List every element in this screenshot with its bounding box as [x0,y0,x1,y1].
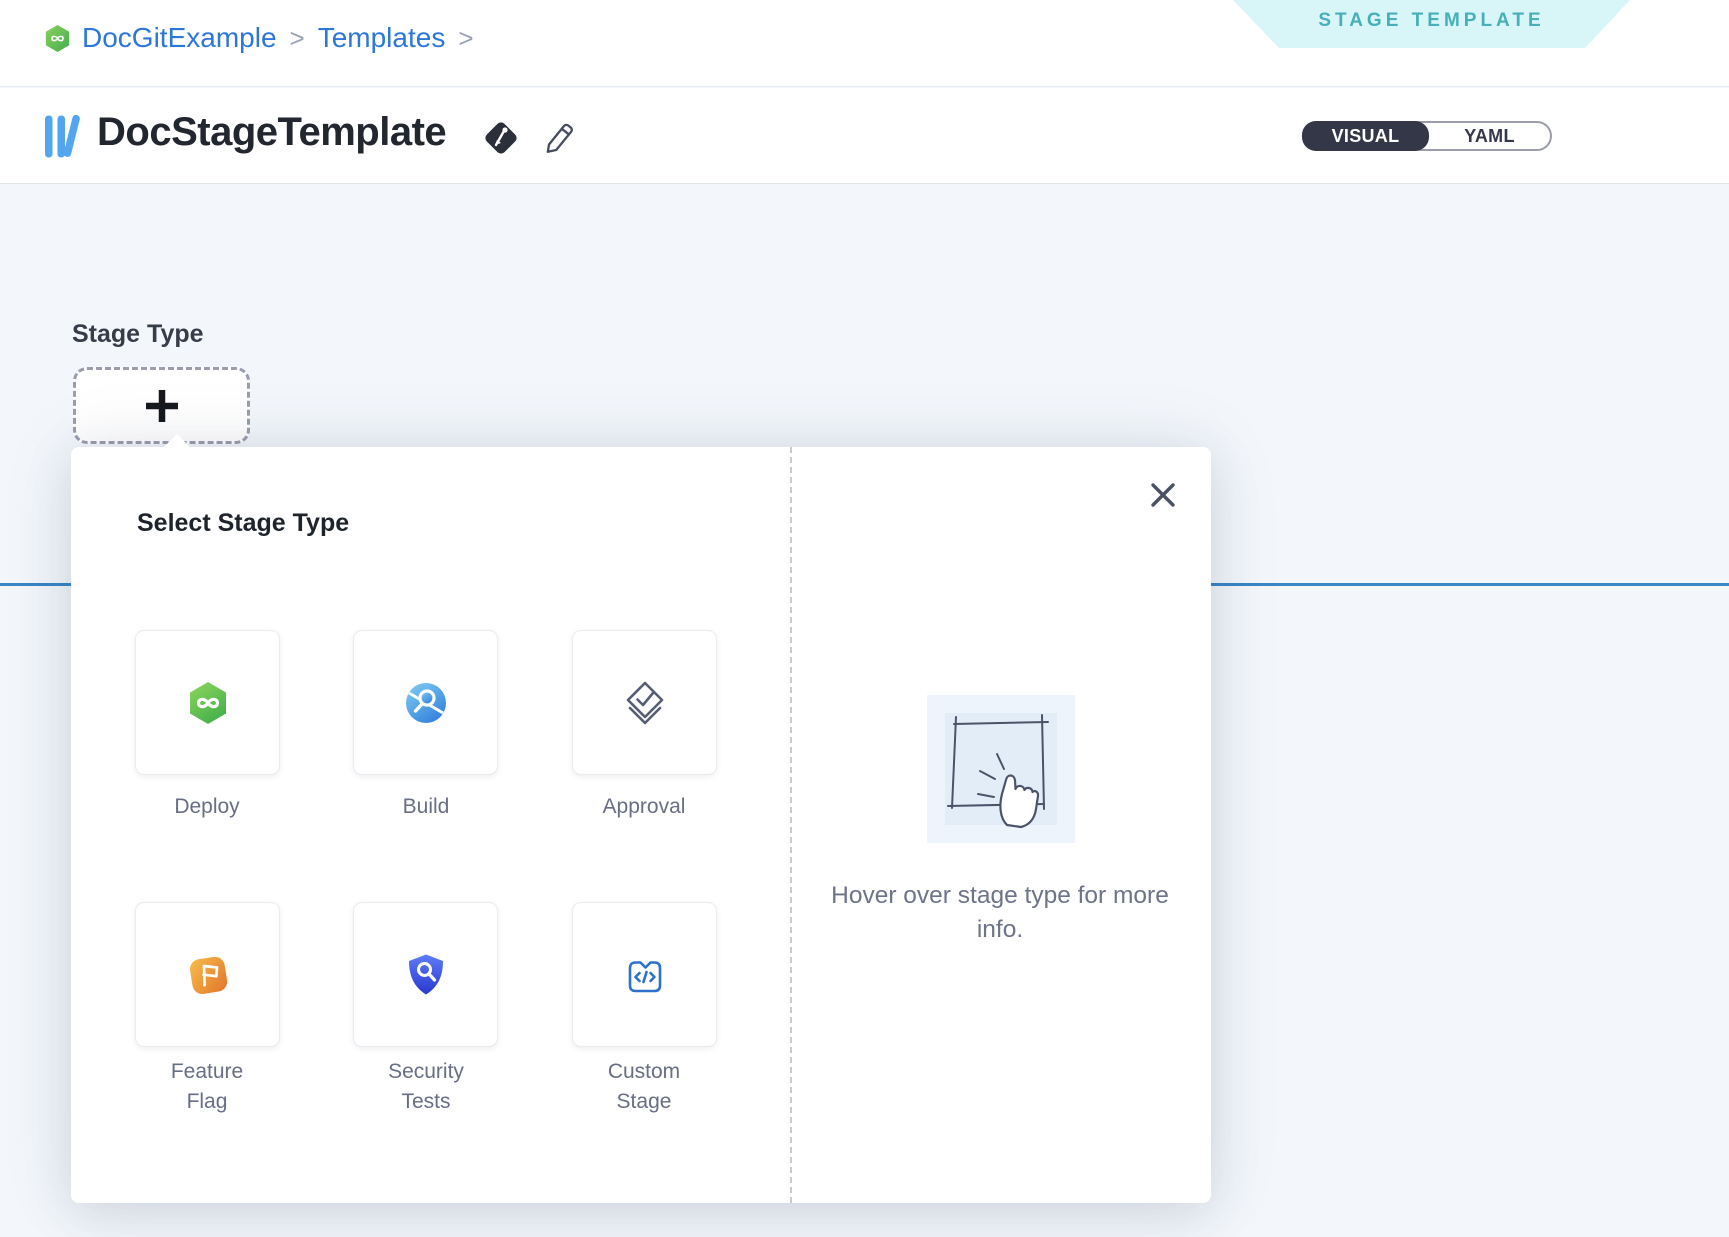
stage-label-custom-stage: Custom Stage [588,1057,700,1117]
custom-stage-ticket-icon [622,952,668,998]
breadcrumb-project-link[interactable]: DocGitExample [82,22,277,54]
toggle-yaml[interactable]: YAML [1429,123,1550,149]
stage-label-build: Build [370,792,482,822]
breadcrumb-bar: DocGitExample > Templates > STAGE TEMPLA… [0,0,1729,87]
hover-info-illustration [927,695,1075,843]
project-hexagon-icon [44,24,71,53]
popover-caret [163,434,191,448]
page-title: DocStageTemplate [97,110,446,155]
stage-card-feature-flag[interactable] [135,902,280,1047]
title-bar: DocStageTemplate VISUAL YAML [0,88,1729,184]
hover-hint-text: Hover over stage type for more info. [820,879,1180,947]
stage-label-deploy: Deploy [151,792,263,822]
stage-label-approval: Approval [588,792,700,822]
security-shield-magnifier-icon [404,953,448,997]
stage-card-deploy[interactable] [135,630,280,775]
visual-yaml-toggle: VISUAL YAML [1302,121,1552,151]
breadcrumb-separator: > [288,23,307,54]
template-tag-icon [481,118,521,163]
popover-title: Select Stage Type [137,509,349,538]
breadcrumb: DocGitExample > Templates > [44,22,476,54]
stage-label-security-tests: Security Tests [370,1057,482,1117]
stage-type-label: Stage Type [72,320,204,349]
stage-card-build[interactable] [353,630,498,775]
add-stage-button[interactable] [73,367,250,444]
feature-flag-icon [185,952,231,998]
pane-divider [790,447,792,1203]
stage-template-badge-label: STAGE TEMPLATE [1318,10,1544,38]
breadcrumb-separator: > [456,23,475,54]
stage-card-approval[interactable] [572,630,717,775]
approval-diamond-check-icon [623,680,667,726]
breadcrumb-templates-link[interactable]: Templates [318,22,446,54]
deploy-hexagon-icon [186,681,230,725]
close-icon[interactable] [1149,481,1177,509]
stage-label-feature-flag: Feature Flag [151,1057,263,1117]
stage-card-security-tests[interactable] [353,902,498,1047]
stage-template-screen: DocGitExample > Templates > STAGE TEMPLA… [0,0,1729,1237]
stage-card-custom-stage[interactable] [572,902,717,1047]
template-library-icon [44,114,80,165]
toggle-visual[interactable]: VISUAL [1302,121,1429,151]
edit-pencil-icon[interactable] [541,117,577,158]
build-circle-magnifier-icon [404,681,448,725]
select-stage-type-popover: Select Stage Type [71,447,1211,1203]
stage-template-ribbon-badge: STAGE TEMPLATE [1233,0,1630,48]
plus-icon [143,387,181,425]
